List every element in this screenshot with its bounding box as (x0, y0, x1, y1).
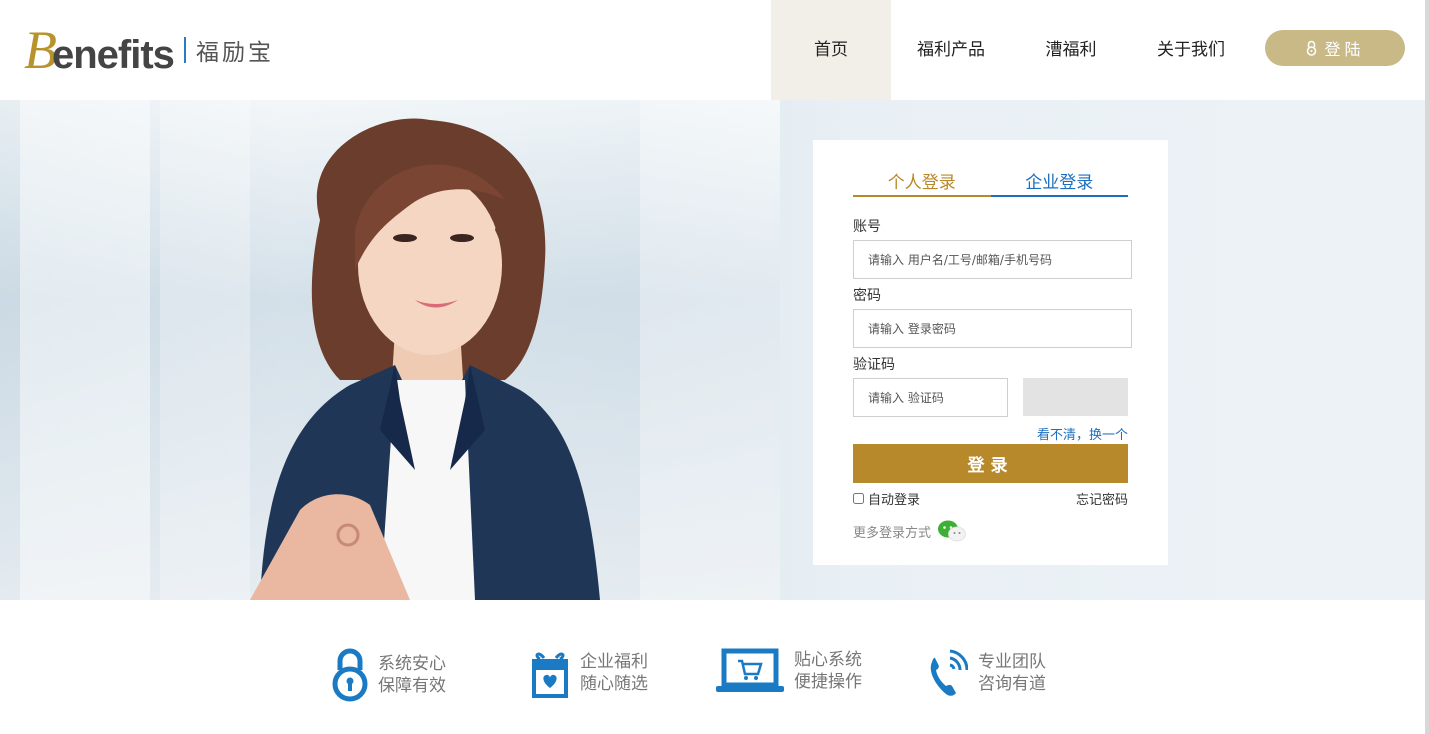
hero-banner (0, 100, 1425, 600)
main-nav: 首页 福利产品 漕福利 关于我们 (771, 0, 1251, 100)
feature-item: 系统安心 保障有效 (332, 648, 446, 702)
feature-item: 企业福利 随心随选 (530, 648, 648, 698)
logo-wordmark: Benefits (24, 19, 175, 81)
header-login-button[interactable]: 登陆 (1265, 30, 1405, 66)
captcha-label: 验证码 (853, 357, 895, 373)
feature-subtitle: 咨询有道 (978, 674, 1046, 694)
logo-text: enefits (52, 33, 175, 77)
feature-title: 贴心系统 (794, 650, 862, 670)
forgot-password-link[interactable]: 忘记密码 (1043, 489, 1128, 508)
gift-icon (532, 652, 568, 698)
feature-item: 贴心系统 便捷操作 (716, 648, 862, 694)
tab-personal-login[interactable]: 个人登录 (853, 168, 991, 197)
captcha-image[interactable] (1023, 378, 1128, 416)
woman-photo (250, 118, 600, 600)
auto-login-checkbox[interactable] (853, 493, 864, 504)
feature-subtitle: 保障有效 (378, 676, 446, 696)
account-label: 账号 (853, 219, 881, 235)
auto-login-label: 自动登录 (868, 493, 921, 508)
auto-login[interactable]: 自动登录 (853, 489, 920, 508)
feature-subtitle: 随心随选 (580, 674, 648, 694)
nav-item-home[interactable]: 首页 (771, 0, 891, 100)
logo-divider (183, 37, 186, 63)
lock-icon (1307, 40, 1317, 56)
background-pillar (20, 100, 150, 600)
captcha-input[interactable] (853, 378, 1008, 417)
login-card: 个人登录 企业登录 账号 密码 验证码 看不清，换一个 登录 自动登录 忘记密码… (813, 140, 1168, 565)
lock-icon (332, 648, 368, 702)
features-strip: 系统安心 保障有效 企业福利 随心随选 贴心系统 便捷操作 专业团队 咨询有道 (0, 600, 1425, 734)
nav-item-products[interactable]: 福利产品 (891, 0, 1011, 100)
feature-title: 系统安心 (378, 654, 446, 674)
password-input[interactable] (853, 309, 1132, 348)
header-login-label: 登陆 (1324, 40, 1365, 59)
more-login-methods: 更多登录方式 (853, 519, 967, 543)
background-pillar (640, 100, 780, 600)
feature-title: 专业团队 (978, 652, 1046, 672)
login-submit-button[interactable]: 登录 (853, 444, 1128, 483)
header: Benefits 福励宝 首页 福利产品 漕福利 关于我们 登陆 (0, 0, 1425, 100)
feature-title: 企业福利 (580, 652, 648, 672)
wechat-icon[interactable] (937, 519, 967, 543)
more-login-label: 更多登录方式 (853, 525, 932, 541)
password-label: 密码 (853, 288, 881, 304)
account-input[interactable] (853, 240, 1132, 279)
login-tabs: 个人登录 企业登录 (853, 168, 1128, 197)
feature-subtitle: 便捷操作 (794, 672, 862, 692)
nav-item-cao-fuli[interactable]: 漕福利 (1011, 0, 1131, 100)
vertical-scrollbar[interactable] (1425, 0, 1429, 734)
logo[interactable]: Benefits 福励宝 (24, 20, 274, 80)
captcha-refresh-link[interactable]: 看不清，换一个 (1026, 424, 1128, 443)
tab-company-login[interactable]: 企业登录 (990, 168, 1128, 197)
feature-item: 专业团队 咨询有道 (926, 648, 1046, 698)
nav-item-about[interactable]: 关于我们 (1131, 0, 1251, 100)
logo-chinese-name: 福励宝 (195, 40, 274, 66)
laptop-cart-icon (716, 648, 784, 692)
page: Benefits 福励宝 首页 福利产品 漕福利 关于我们 登陆 个人登录 企业… (0, 0, 1429, 734)
phone-icon (930, 649, 968, 696)
